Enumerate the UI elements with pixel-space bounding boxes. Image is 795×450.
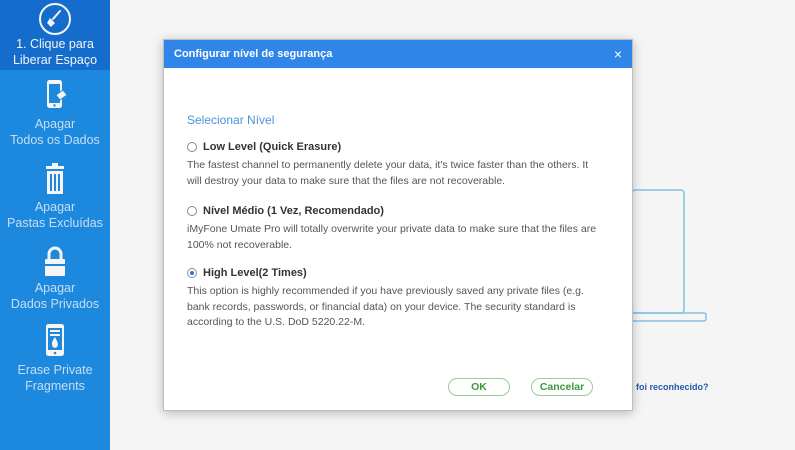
option-high-level[interactable]: High Level(2 Times) This option is highl… xyxy=(187,266,607,331)
option-title: Low Level (Quick Erasure) xyxy=(203,141,342,153)
dialog-title: Configurar nível de segurança xyxy=(174,48,333,60)
ok-button[interactable]: OK xyxy=(448,378,510,396)
option-medium-level[interactable]: Nível Médio (1 Vez, Recomendado) iMyFone… xyxy=(187,204,607,253)
radio-low-level[interactable] xyxy=(187,142,197,152)
option-low-level[interactable]: Low Level (Quick Erasure) The fastest ch… xyxy=(187,140,607,189)
section-title: Selecionar Nível xyxy=(187,113,275,127)
option-title: Nível Médio (1 Vez, Recomendado) xyxy=(203,205,384,217)
option-description: iMyFone Umate Pro will totally overwrite… xyxy=(187,223,597,251)
option-description: This option is highly recommended if you… xyxy=(187,285,584,328)
radio-high-level[interactable] xyxy=(187,268,197,278)
option-title: High Level(2 Times) xyxy=(203,267,307,279)
radio-medium-level[interactable] xyxy=(187,206,197,216)
close-icon[interactable]: × xyxy=(610,40,626,68)
security-level-dialog: Configurar nível de segurança × Selecion… xyxy=(163,39,633,411)
option-description: The fastest channel to permanently delet… xyxy=(187,159,589,187)
dialog-header: Configurar nível de segurança × xyxy=(164,40,632,68)
cancel-button[interactable]: Cancelar xyxy=(531,378,593,396)
